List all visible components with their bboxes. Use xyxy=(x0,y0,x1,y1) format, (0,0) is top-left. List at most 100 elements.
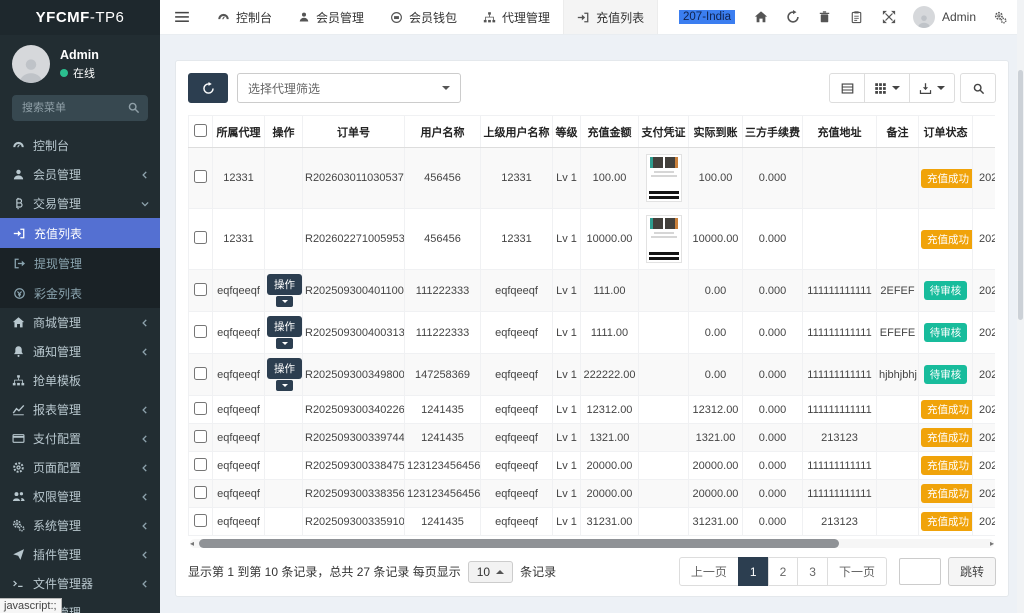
row-checkbox[interactable] xyxy=(194,367,207,380)
sidebar-item-dashboard[interactable]: 控制台 xyxy=(0,131,160,160)
trash-button[interactable] xyxy=(809,0,841,35)
gear-icon xyxy=(12,461,33,474)
cell-level: Lv 1 xyxy=(553,354,581,396)
tab-dashboard[interactable]: 控制台 xyxy=(204,0,285,34)
prev-page-button[interactable]: 上一页 xyxy=(679,557,739,586)
transactions-submenu: 充值列表 提现管理 彩金列表 xyxy=(0,218,160,308)
export-button[interactable] xyxy=(909,73,955,103)
agent-filter-select[interactable]: 选择代理筛选 xyxy=(237,73,461,103)
cell-address: 213123 xyxy=(803,508,877,536)
cell-address: 111111111111 xyxy=(803,480,877,508)
row-checkbox[interactable] xyxy=(194,231,207,244)
tab-members[interactable]: 会员管理 xyxy=(285,0,377,34)
search-toggle-button[interactable] xyxy=(960,73,996,103)
sidebar-item-mall[interactable]: 商城管理 xyxy=(0,308,160,337)
cell-date: 202 xyxy=(973,452,996,480)
cell-parent-username: eqfqeeqf xyxy=(481,354,553,396)
action-button[interactable]: 操作 xyxy=(267,316,302,337)
cell-amount: 31231.00 xyxy=(581,508,639,536)
row-checkbox[interactable] xyxy=(194,170,207,183)
bell-icon xyxy=(12,345,33,358)
cell-parent-username: eqfqeeqf xyxy=(481,452,553,480)
refresh-table-button[interactable] xyxy=(188,73,228,103)
navbar-user[interactable]: Admin xyxy=(905,6,984,28)
sidebar-item-withdraw[interactable]: 提现管理 xyxy=(0,248,160,278)
tab-recharge-list[interactable]: 充值列表 xyxy=(563,0,658,34)
sidebar-item-plugins[interactable]: 插件管理 xyxy=(0,540,160,569)
sidebar-search xyxy=(12,95,148,121)
action-caret-button[interactable] xyxy=(276,338,293,349)
sidebar-item-permissions[interactable]: 权限管理 xyxy=(0,482,160,511)
cell-fee: 0.000 xyxy=(743,312,803,354)
settings-button[interactable] xyxy=(984,0,1016,35)
page-button-1[interactable]: 1 xyxy=(738,557,769,586)
sidebar-item-members[interactable]: 会员管理 xyxy=(0,160,160,189)
scroll-right-arrow-icon[interactable]: ▸ xyxy=(990,540,994,547)
cell-remark xyxy=(877,209,919,270)
page-size-select[interactable]: 10 xyxy=(468,561,513,583)
action-button[interactable]: 操作 xyxy=(267,358,302,379)
action-button[interactable]: 操作 xyxy=(267,274,302,295)
row-action-group: 操作 xyxy=(267,316,302,349)
vertical-scrollbar-thumb[interactable] xyxy=(1018,70,1023,320)
row-checkbox[interactable] xyxy=(194,486,207,499)
card-view-button[interactable] xyxy=(829,73,865,103)
cell-remark: EFEFE xyxy=(877,312,919,354)
columns-button[interactable] xyxy=(864,73,910,103)
row-checkbox[interactable] xyxy=(194,283,207,296)
avatar xyxy=(12,45,50,83)
payment-voucher-thumbnail[interactable] xyxy=(646,154,682,202)
select-all-checkbox[interactable] xyxy=(194,124,207,137)
row-checkbox[interactable] xyxy=(194,325,207,338)
payment-voucher-thumbnail[interactable] xyxy=(646,215,682,263)
app-logo-rest: -TP6 xyxy=(90,9,125,26)
next-page-button[interactable]: 下一页 xyxy=(827,557,887,586)
clipboard-button[interactable] xyxy=(841,0,873,35)
jump-button[interactable]: 跳转 xyxy=(948,557,996,586)
tab-member-wallet[interactable]: 会员钱包 xyxy=(377,0,470,34)
refresh-icon xyxy=(786,10,800,24)
row-checkbox[interactable] xyxy=(194,458,207,471)
home-icon xyxy=(12,316,33,329)
horizontal-scrollbar-thumb[interactable] xyxy=(199,539,839,548)
row-checkbox[interactable] xyxy=(194,402,207,415)
row-checkbox[interactable] xyxy=(194,514,207,527)
action-caret-button[interactable] xyxy=(276,296,293,307)
hamburger-icon[interactable] xyxy=(160,0,204,34)
columns-icon xyxy=(874,82,887,95)
row-checkbox[interactable] xyxy=(194,430,207,443)
home-button[interactable] xyxy=(745,0,777,35)
sidebar-item-transactions[interactable]: 交易管理 xyxy=(0,189,160,218)
cell-actual: 0.00 xyxy=(689,312,743,354)
tab-agents[interactable]: 代理管理 xyxy=(470,0,563,34)
sidebar-item-payment-config[interactable]: 支付配置 xyxy=(0,424,160,453)
app-logo[interactable]: YFCMF-TP6 xyxy=(0,0,160,35)
sidebar-item-notifications[interactable]: 通知管理 xyxy=(0,337,160,366)
sidebar-item-reports[interactable]: 报表管理 xyxy=(0,395,160,424)
selected-text[interactable]: 207-India xyxy=(679,10,735,24)
sidebar-item-system[interactable]: 系统管理 xyxy=(0,511,160,540)
table-row: eqfqeeqf 操作 R2025093003402266 1241435 eq… xyxy=(189,396,996,424)
sidebar-item-page-config[interactable]: 页面配置 xyxy=(0,453,160,482)
jump-page-input[interactable] xyxy=(899,558,941,585)
cell-fee: 0.000 xyxy=(743,148,803,209)
sidebar: YFCMF-TP6 Admin 在线 控制台 会员管理 交易管理 xyxy=(0,0,160,613)
scroll-left-arrow-icon[interactable]: ◂ xyxy=(190,540,194,547)
search-icon[interactable] xyxy=(127,101,140,114)
fullscreen-button[interactable] xyxy=(873,0,905,35)
sidebar-item-bonus-list[interactable]: 彩金列表 xyxy=(0,278,160,308)
vertical-scrollbar[interactable] xyxy=(1017,0,1024,613)
page-button-2[interactable]: 2 xyxy=(768,557,799,586)
sidebar-item-file-manager[interactable]: 文件管理器 xyxy=(0,569,160,598)
refresh-button[interactable] xyxy=(777,0,809,35)
chevron-left-icon xyxy=(140,405,150,415)
sidebar-item-recharge-list[interactable]: 充值列表 xyxy=(0,218,160,248)
action-caret-button[interactable] xyxy=(276,380,293,391)
cell-agent: 12331 xyxy=(213,148,265,209)
wallet-icon xyxy=(390,11,403,24)
sidebar-item-order-template[interactable]: 抢单模板 xyxy=(0,366,160,395)
credit-card-icon xyxy=(12,432,33,445)
page-button-3[interactable]: 3 xyxy=(797,557,828,586)
cell-amount: 222222.00 xyxy=(581,354,639,396)
horizontal-scrollbar[interactable]: ◂ ▸ xyxy=(190,539,994,548)
